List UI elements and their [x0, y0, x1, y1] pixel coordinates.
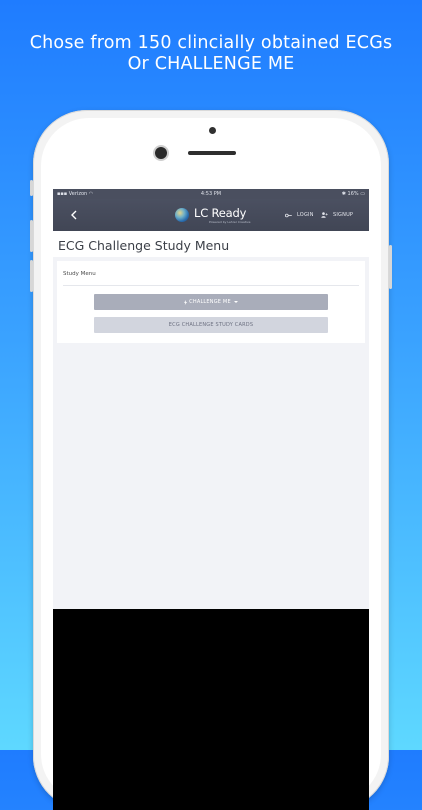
volume-up-button	[30, 220, 33, 252]
logo-text: LC Ready	[194, 206, 247, 220]
signup-link[interactable]: SIGNUP	[321, 210, 353, 220]
study-menu-card: Study Menu CHALLENGE ME ECG CHALLENGE ST…	[57, 261, 365, 343]
study-cards-button[interactable]: ECG CHALLENGE STUDY CARDS	[94, 317, 328, 333]
promo-headline-line1: Chose from 150 clincially obtained ECGs	[29, 33, 393, 53]
phone-frame: ▪▪▪ Verizon ◠ 4:53 PM ✱ 16% ▭ LC Ready P…	[30, 110, 392, 810]
power-button	[389, 245, 392, 289]
caret-down-icon	[233, 301, 238, 303]
volume-down-button	[30, 260, 33, 292]
mute-switch	[30, 180, 33, 196]
page-title: ECG Challenge Study Menu	[58, 238, 230, 253]
promo-headline-line2: Or CHALLENGE ME	[127, 54, 295, 74]
app-navbar: LC Ready Powered by Lehrer Creative LOGI…	[53, 199, 369, 231]
user-plus-icon	[321, 212, 328, 218]
earpiece-speaker	[188, 151, 236, 155]
back-button[interactable]	[67, 207, 79, 223]
login-link[interactable]: LOGIN	[285, 210, 314, 220]
content-area: Study Menu CHALLENGE ME ECG CHALLENGE ST…	[53, 257, 369, 609]
bolt-icon	[184, 299, 188, 305]
battery-icon: ▭	[360, 191, 365, 197]
key-icon	[285, 213, 292, 217]
promo-headline: Chose from 150 clincially obtained ECGs …	[0, 33, 422, 75]
bluetooth-icon: ✱	[341, 191, 346, 197]
battery-percent: 16%	[347, 191, 359, 197]
logo-subtext: Powered by Lehrer Creative	[209, 220, 251, 224]
screen-bottom-blank	[53, 609, 369, 810]
signup-label: SIGNUP	[333, 212, 354, 218]
front-camera	[155, 147, 167, 159]
chevron-left-icon	[70, 210, 76, 220]
app-screen: ▪▪▪ Verizon ◠ 4:53 PM ✱ 16% ▭ LC Ready P…	[53, 189, 369, 810]
challenge-me-button[interactable]: CHALLENGE ME	[94, 294, 328, 310]
study-cards-label: ECG CHALLENGE STUDY CARDS	[168, 322, 254, 328]
status-right: ✱ 16% ▭	[342, 189, 365, 199]
login-label: LOGIN	[297, 212, 314, 218]
status-bar: ▪▪▪ Verizon ◠ 4:53 PM ✱ 16% ▭	[53, 189, 369, 199]
status-time: 4:53 PM	[200, 191, 222, 197]
globe-logo-icon	[175, 208, 189, 222]
card-divider	[63, 285, 359, 286]
challenge-me-label: CHALLENGE ME	[189, 299, 231, 305]
proximity-sensor	[209, 127, 216, 134]
card-title: Study Menu	[63, 271, 96, 277]
